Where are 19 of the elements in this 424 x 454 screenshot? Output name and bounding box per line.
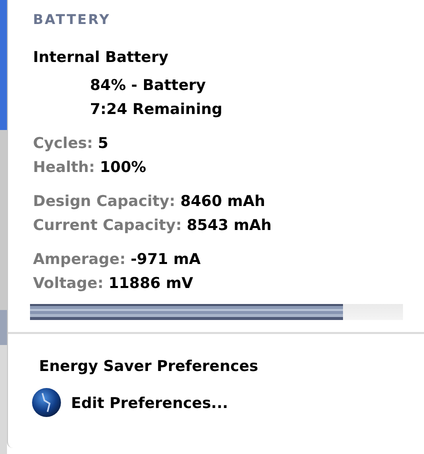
stat-value: 5 [98, 134, 108, 152]
stat-label: Health: [33, 158, 95, 176]
stat-value: 100% [100, 158, 146, 176]
stat-value: 8543 mAh [186, 216, 272, 234]
stat-label: Current Capacity: [33, 216, 182, 234]
battery-name: Internal Battery [33, 48, 170, 66]
stat-label: Cycles: [33, 134, 93, 152]
globe-icon [31, 387, 62, 418]
stat-value: 11886 mV [108, 274, 194, 292]
stat-value: -971 mA [130, 250, 201, 268]
stat-value: 8460 mAh [180, 192, 266, 210]
stat-label: Amperage: [33, 250, 126, 268]
stat-label: Voltage: [33, 274, 104, 292]
status-line: 7:24 Remaining [90, 99, 224, 120]
stat-label: Design Capacity: [33, 192, 176, 210]
section-header: BATTERY [33, 12, 112, 28]
menu-item[interactable]: Edit Preferences... [71, 394, 228, 412]
status-line: 84% - Battery [90, 75, 207, 96]
section-title: Energy Saver Preferences [39, 357, 260, 375]
